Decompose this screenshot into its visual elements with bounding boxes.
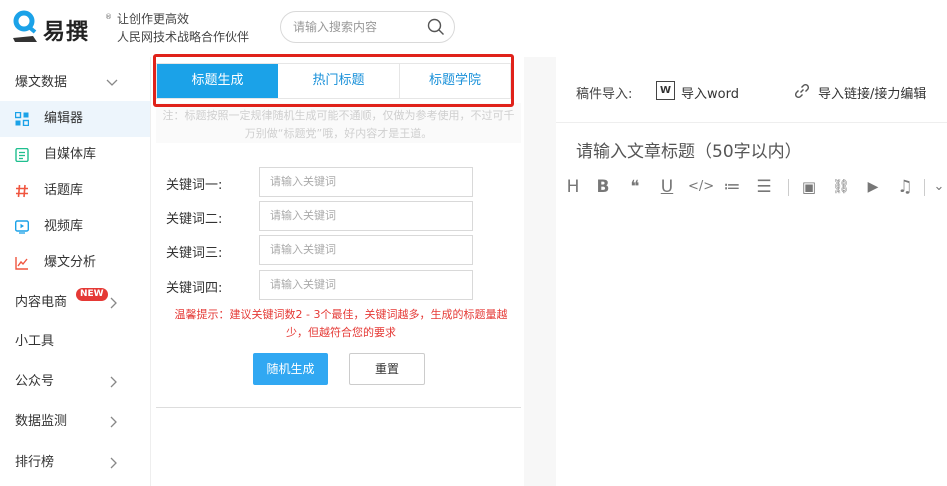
sidebar-item-label: 话题库: [44, 183, 84, 198]
heading-icon[interactable]: H: [564, 175, 582, 199]
logo[interactable]: 易撰 ®: [11, 10, 112, 46]
logo-mark-icon: [13, 10, 37, 42]
editor-gutter: [524, 57, 556, 486]
sidebar-item-data-monitor[interactable]: 数据监测: [0, 404, 150, 440]
grid-icon: [15, 112, 29, 126]
sidebar-item-label: 视频库: [44, 219, 84, 234]
underline-icon[interactable]: U: [658, 175, 676, 199]
editor: 稿件导入: W 导入word 导入链接/接力编辑 请输入文章标题（50字以内） …: [556, 57, 947, 486]
import-bar: 稿件导入: W 导入word 导入链接/接力编辑: [556, 57, 947, 123]
keyword-label: 关键词二:: [166, 212, 223, 227]
ordered-list-icon[interactable]: ≔: [722, 175, 742, 199]
chevron-down-icon: [106, 79, 118, 86]
more-icon[interactable]: ⌄: [932, 175, 946, 199]
editor-toolbar: H B ❝ U </> ≔ ☰ ▣ ⛓ ▶ ♫ ⌄: [564, 175, 947, 199]
quote-icon[interactable]: ❝: [626, 175, 644, 199]
keyword-label: 关键词四:: [166, 281, 223, 296]
sidebar-item-rankings[interactable]: 排行榜: [0, 445, 150, 481]
music-icon[interactable]: ♫: [896, 175, 914, 199]
keyword-input-4[interactable]: 请输入关键词: [259, 270, 473, 300]
sidebar-item-label: 公众号: [15, 374, 55, 389]
sidebar-item-label: 编辑器: [44, 111, 84, 126]
registered-mark: ®: [105, 13, 112, 21]
image-icon[interactable]: ▣: [800, 175, 818, 199]
code-icon[interactable]: </>: [688, 175, 714, 199]
import-word-button[interactable]: 导入word: [681, 83, 739, 102]
article-title-input[interactable]: 请输入文章标题（50字以内）: [576, 137, 802, 162]
title-tool-panel: 标题生成 热门标题 标题学院 注：标题按照一定规律随机生成可能不通顺，仅做为参考…: [156, 57, 521, 409]
keyword-input-3[interactable]: 请输入关键词: [259, 235, 473, 265]
sidebar-item-official-account[interactable]: 公众号: [0, 364, 150, 400]
import-link-button[interactable]: 导入链接/接力编辑: [818, 83, 926, 102]
sidebar-item-video-library[interactable]: 视频库: [0, 209, 150, 245]
logo-text: 易撰: [43, 20, 90, 45]
sidebar-item-ecommerce[interactable]: 内容电商 NEW: [0, 285, 150, 321]
sidebar-item-label: 自媒体库: [44, 147, 97, 162]
sidebar-item-editor[interactable]: 编辑器: [0, 101, 150, 137]
keyword-input-2[interactable]: 请输入关键词: [259, 201, 473, 231]
sidebar-item-label: 排行榜: [15, 455, 55, 470]
panel-divider: [156, 407, 521, 408]
sidebar-item-topic-library[interactable]: 话题库: [0, 173, 150, 209]
tab-title-generate[interactable]: 标题生成: [157, 64, 278, 98]
link-insert-icon[interactable]: ⛓: [832, 175, 850, 199]
slogan-line-2: 人民网技术战略合作伙伴: [117, 30, 250, 44]
tab-title-academy[interactable]: 标题学院: [400, 64, 510, 98]
video-insert-icon[interactable]: ▶: [864, 175, 882, 199]
sidebar-item-label: 内容电商: [15, 295, 68, 310]
bold-icon[interactable]: B: [594, 175, 612, 199]
sidebar: 爆文数据 编辑器 自媒体库 话题库 视频库 爆文分析 内容电商 NEW 小工具 …: [0, 57, 151, 486]
video-icon: [15, 220, 29, 234]
sidebar-item-label: 爆文数据: [15, 75, 68, 90]
keyword-tip: 温馨提示：建议关键词数2 - 3个最佳，关键词越多，生成的标题量越少，但越符合您…: [174, 308, 508, 339]
document-icon: [15, 148, 29, 162]
toolbar-separator: [924, 179, 925, 196]
bullet-list-icon[interactable]: ☰: [754, 175, 774, 199]
new-badge: NEW: [76, 288, 108, 301]
search-icon[interactable]: [427, 18, 445, 36]
link-icon[interactable]: [794, 83, 810, 99]
chevron-right-icon: [110, 376, 117, 388]
keyword-label: 关键词三:: [166, 246, 223, 261]
random-generate-button[interactable]: 随机生成: [253, 353, 328, 385]
toolbar-separator: [788, 179, 789, 196]
sidebar-item-media-library[interactable]: 自媒体库: [0, 137, 150, 173]
sidebar-item-tools[interactable]: 小工具: [0, 324, 150, 360]
tab-hot-titles[interactable]: 热门标题: [278, 64, 399, 98]
search-box[interactable]: 请输入搜索内容: [280, 11, 455, 43]
search-input[interactable]: 请输入搜索内容: [293, 12, 377, 42]
import-label: 稿件导入:: [576, 87, 633, 102]
sidebar-item-label: 小工具: [15, 334, 55, 349]
word-icon[interactable]: W: [656, 81, 675, 100]
sidebar-item-label: 爆文分析: [44, 255, 97, 270]
chevron-right-icon: [110, 297, 117, 309]
slogan: 让创作更高效 人民网技术战略合作伙伴: [117, 10, 249, 46]
top-header: 易撰 ® 让创作更高效 人民网技术战略合作伙伴 请输入搜索内容: [0, 0, 947, 57]
trend-icon: [15, 257, 28, 270]
keyword-input-1[interactable]: 请输入关键词: [259, 167, 473, 197]
sidebar-item-article-analysis[interactable]: 爆文分析: [0, 245, 150, 281]
usage-note: 注：标题按照一定规律随机生成可能不通顺，仅做为参考使用，不过可千万别做“标题党”…: [162, 109, 515, 140]
keyword-label: 关键词一:: [166, 178, 223, 193]
chevron-right-icon: [110, 416, 117, 428]
title-tool-tabs: 标题生成 热门标题 标题学院: [156, 63, 511, 99]
sidebar-item-baowen-data[interactable]: 爆文数据: [0, 65, 150, 101]
hashtag-icon: [16, 184, 28, 198]
slogan-line-1: 让创作更高效: [117, 12, 190, 26]
sidebar-item-label: 数据监测: [15, 414, 68, 429]
reset-button[interactable]: 重置: [349, 353, 425, 385]
chevron-right-icon: [110, 457, 117, 469]
